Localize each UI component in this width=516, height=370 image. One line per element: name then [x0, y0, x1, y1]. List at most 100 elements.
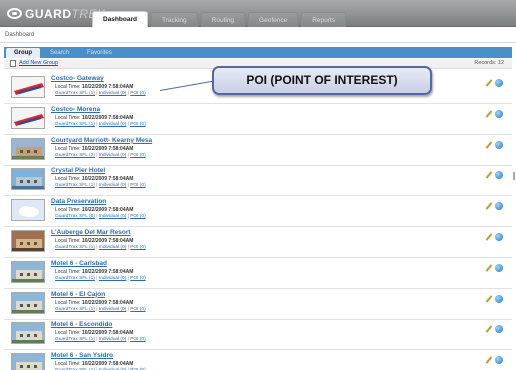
- edit-pencil-icon[interactable]: [485, 325, 493, 333]
- individual-link[interactable]: Individual (0): [99, 153, 126, 158]
- poi-link[interactable]: POI (0): [130, 245, 145, 250]
- individual-link[interactable]: Individual (0): [99, 276, 126, 281]
- edit-pencil-icon[interactable]: [485, 356, 493, 364]
- location-title-link[interactable]: Motel 6 - San Ysidro: [51, 352, 146, 359]
- guardtrax-link[interactable]: GuardTrax SFL (1): [55, 91, 95, 96]
- guardtrax-link[interactable]: GuardTrax SFL (1): [55, 307, 95, 312]
- subtab-favorites[interactable]: Favorites: [79, 48, 120, 58]
- list-item[interactable]: Courtyard Marriott- Kearny Mesa Local Tim…: [4, 132, 512, 166]
- local-time-label: Local Time:: [55, 361, 81, 368]
- individual-link[interactable]: Individual (0): [99, 183, 126, 188]
- tab-tracking[interactable]: Tracking: [150, 12, 198, 27]
- guardtrax-link[interactable]: GuardTrax SFL (1): [55, 337, 95, 342]
- list-item[interactable]: Data Preservation Local Time: 10/22/2009 …: [4, 193, 512, 228]
- location-title-link[interactable]: Courtyard Marriott- Kearny Mesa: [51, 137, 152, 144]
- individual-link[interactable]: Individual (0): [99, 122, 126, 127]
- individual-link[interactable]: Individual (0): [99, 214, 126, 219]
- list-item[interactable]: Costco- Morena Local Time: 10/22/2009 7:5…: [4, 101, 512, 135]
- location-icon: [11, 106, 45, 129]
- globe-icon[interactable]: [495, 263, 503, 272]
- globe-icon[interactable]: [495, 325, 503, 334]
- guardtrax-link[interactable]: GuardTrax SFL (1): [55, 245, 95, 250]
- edit-pencil-icon[interactable]: [485, 264, 493, 272]
- edit-pencil-icon[interactable]: [485, 110, 493, 118]
- local-time: Local Time: 10/22/2009 7:58:04AM: [55, 84, 146, 90]
- location-photo: [11, 322, 45, 345]
- individual-link[interactable]: Individual (0): [99, 245, 126, 250]
- globe-icon[interactable]: [495, 140, 503, 149]
- globe-icon[interactable]: [495, 356, 503, 365]
- edit-pencil-icon[interactable]: [485, 171, 493, 179]
- guardtrax-link[interactable]: GuardTrax SFL (0): [55, 214, 95, 219]
- guardtrax-link[interactable]: GuardTrax SFL (1): [55, 183, 95, 188]
- location-title-link[interactable]: Motel 6 - El Cajon: [51, 291, 146, 298]
- edit-pencil-icon[interactable]: [485, 79, 493, 87]
- tab-dashboard[interactable]: Dashboard: [92, 11, 148, 27]
- poi-link[interactable]: POI (0): [130, 214, 145, 219]
- local-time-value: 10/22/2009 7:58:04AM: [81, 268, 134, 275]
- globe-icon[interactable]: [495, 233, 503, 241]
- local-time: Local Time: 10/22/2009 7:58:04AM: [55, 146, 152, 152]
- local-time-value: 10/22/2009 7:58:04AM: [81, 114, 134, 121]
- individual-link[interactable]: Individual (0): [99, 337, 126, 342]
- guardtrax-link[interactable]: GuardTrax SFL (1): [55, 122, 95, 127]
- new-document-icon[interactable]: [10, 60, 16, 67]
- location-title-link[interactable]: Costco- Morena: [51, 106, 146, 113]
- location-title-link[interactable]: Costco- Gateway: [51, 75, 146, 82]
- guardtrax-link[interactable]: GuardTrax SFL (1): [55, 276, 95, 281]
- add-new-group-link[interactable]: Add New Group: [19, 60, 58, 66]
- individual-link[interactable]: Individual (0): [99, 91, 126, 96]
- subtab-group[interactable]: Group: [6, 48, 40, 58]
- location-title-link[interactable]: Crystal Pier Hotel: [51, 167, 146, 174]
- local-time-label: Local Time:: [55, 145, 81, 152]
- guardtrek-logo[interactable]: GUARDTREK: [7, 5, 106, 22]
- local-time-value: 10/22/2009 7:58:04AM: [81, 330, 134, 337]
- location-title-link[interactable]: Data Preservation: [51, 198, 146, 205]
- row-actions: [485, 294, 503, 303]
- row-links: GuardTrax SFL (1) | Individual (0) | POI…: [55, 306, 146, 312]
- poi-link[interactable]: POI (0): [130, 307, 145, 312]
- local-time-label: Local Time:: [55, 299, 81, 306]
- local-time-label: Local Time:: [55, 330, 81, 337]
- poi-link[interactable]: POI (0): [130, 276, 145, 281]
- list-item[interactable]: Motel 6 - El Cajon Local Time: 10/22/2009…: [4, 286, 512, 320]
- edit-pencil-icon[interactable]: [485, 141, 493, 149]
- list-item[interactable]: Motel 6 - Escondido Local Time: 10/22/200…: [4, 316, 512, 351]
- breadcrumb: Dashboard: [5, 32, 35, 38]
- location-title-link[interactable]: Motel 6 - Escondido: [51, 321, 146, 328]
- list-item[interactable]: Motel 6 - Carlsbad Local Time: 10/22/2009…: [4, 255, 512, 289]
- list-item[interactable]: Motel 6 - San Ysidro Local Time: 10/22/20…: [4, 347, 512, 370]
- guardtrax-link[interactable]: GuardTrax SFL (2): [55, 153, 95, 158]
- list-item[interactable]: L'Auberge Del Mar Resort Local Time: 10/2…: [4, 224, 512, 258]
- poi-link[interactable]: POI (0): [130, 91, 145, 96]
- poi-link[interactable]: POI (0): [130, 122, 145, 127]
- logo-icon: [7, 8, 22, 19]
- location-title-link[interactable]: L'Auberge Del Mar Resort: [51, 229, 146, 236]
- local-time-label: Local Time:: [55, 176, 81, 183]
- tab-reports[interactable]: Reports: [301, 12, 346, 27]
- scrollbar-handle[interactable]: [513, 172, 515, 180]
- globe-icon[interactable]: [495, 202, 503, 211]
- row-actions: [485, 140, 503, 149]
- local-time: Local Time: 10/22/2009 7:58:04AM: [55, 115, 146, 121]
- location-title-link[interactable]: Motel 6 - Carlsbad: [51, 260, 146, 267]
- globe-icon[interactable]: [495, 79, 503, 87]
- globe-icon[interactable]: [495, 294, 503, 303]
- list-item[interactable]: Crystal Pier Hotel Local Time: 10/22/2009…: [4, 162, 512, 197]
- poi-link[interactable]: POI (0): [130, 183, 145, 188]
- poi-link[interactable]: POI (0): [130, 337, 145, 342]
- row-actions: [485, 325, 503, 334]
- local-time-value: 10/22/2009 7:58:04AM: [81, 84, 134, 90]
- globe-icon[interactable]: [495, 109, 503, 118]
- location-photo: [11, 260, 45, 283]
- poi-link[interactable]: POI (0): [130, 153, 145, 158]
- edit-pencil-icon[interactable]: [485, 202, 493, 210]
- individual-link[interactable]: Individual (0): [99, 307, 126, 312]
- edit-pencil-icon[interactable]: [485, 233, 493, 241]
- subtab-search[interactable]: Search: [42, 48, 77, 58]
- sub-tabs: Group Search Favorites: [6, 48, 120, 58]
- tab-geofence[interactable]: Geofence: [248, 12, 299, 27]
- tab-routing[interactable]: Routing: [200, 12, 246, 27]
- edit-pencil-icon[interactable]: [485, 295, 493, 303]
- globe-icon[interactable]: [495, 171, 503, 180]
